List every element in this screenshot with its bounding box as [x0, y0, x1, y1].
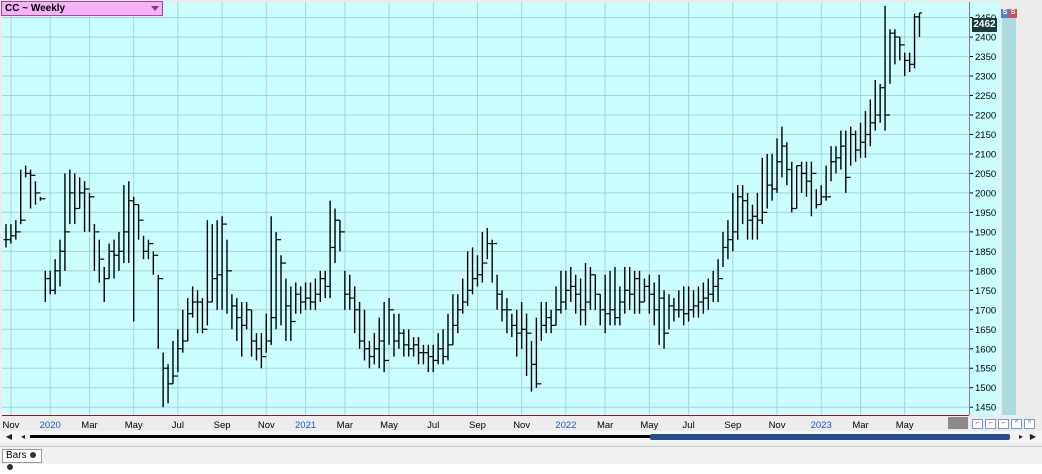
y-tick-label: 1450 — [975, 403, 996, 414]
last-price-badge: 2462 — [972, 18, 997, 32]
tab-dot-icon — [7, 464, 13, 471]
x-tick-label: May — [125, 420, 143, 431]
bottom-tab-bar: Bars — [0, 446, 1042, 471]
y-tick-label: 1950 — [975, 208, 996, 219]
scroll-left-icon[interactable]: ◀ — [4, 432, 14, 442]
tab-dot-icon — [30, 452, 37, 459]
x-tick-label: Jul — [683, 420, 695, 431]
y-tick-label: 2350 — [975, 52, 996, 63]
x-tick-label: Nov — [258, 420, 275, 431]
y-tick-label: 1700 — [975, 305, 996, 316]
x-tick-label: Mar — [337, 420, 353, 431]
nav-forward-icon[interactable]: ⌐ — [998, 419, 1009, 429]
bars-tab-label: Bars — [6, 450, 27, 461]
y-tick-label: 2000 — [975, 188, 996, 199]
x-tick-label: 2021 — [295, 420, 316, 431]
y-tick-label: 1850 — [975, 247, 996, 258]
scroll-right-small-icon[interactable]: ▸ — [1016, 432, 1026, 442]
y-tick-label: 2300 — [975, 72, 996, 83]
scroll-left-small-icon[interactable]: ◂ — [18, 432, 28, 442]
axis-corner — [948, 417, 968, 429]
x-tick-label: Nov — [769, 420, 786, 431]
y-tick-label: 1550 — [975, 364, 996, 375]
side-button-2[interactable]: S — [1009, 9, 1017, 18]
x-tick-label: Mar — [597, 420, 613, 431]
dropdown-arrow-icon[interactable] — [151, 6, 159, 11]
x-tick-label: Jul — [427, 420, 439, 431]
x-tick-label: Jul — [172, 420, 184, 431]
chart-window: 1450 1500 1550 1600 1650 1700 1750 1800 1850 1900… — [0, 0, 1042, 471]
y-tick-label: 2100 — [975, 149, 996, 160]
x-tick-label: Sep — [214, 420, 231, 431]
side-strip — [1002, 18, 1016, 415]
y-tick-label: 1750 — [975, 286, 996, 297]
y-tick-label: 2200 — [975, 110, 996, 121]
x-tick-label: 2023 — [811, 420, 832, 431]
x-tick-label: Nov — [513, 420, 530, 431]
bars-tab[interactable]: Bars — [2, 449, 42, 471]
y-tick-label: 1650 — [975, 325, 996, 336]
x-tick-label: Sep — [724, 420, 741, 431]
x-tick-label: May — [380, 420, 398, 431]
nav-back-icon[interactable]: ⌐ — [985, 419, 996, 429]
horizontal-scrollbar[interactable]: ◀ ◂ ▸ ▶ — [0, 431, 1042, 443]
plot-area — [2, 2, 969, 415]
y-tick-label: 1600 — [975, 344, 996, 355]
y-tick-label: 1900 — [975, 227, 996, 238]
nav-first-icon[interactable]: ⌐ — [972, 419, 983, 429]
x-tick-label: May — [640, 420, 658, 431]
y-tick-label: 2250 — [975, 91, 996, 102]
y-tick-label: 1800 — [975, 266, 996, 277]
symbol-label: CC ~ Weekly — [5, 3, 66, 14]
scroll-right-icon[interactable]: ▶ — [1028, 432, 1038, 442]
zoom-in-icon[interactable]: ^ — [1011, 419, 1022, 429]
x-tick-label: Nov — [2, 420, 19, 431]
y-tick-label: 1500 — [975, 383, 996, 394]
price-chart[interactable]: 1450 1500 1550 1600 1650 1700 1750 1800 1850 1900… — [0, 0, 1042, 464]
x-tick-label: Sep — [469, 420, 486, 431]
x-tick-label: 2022 — [555, 420, 576, 431]
x-tick-label: 2020 — [40, 420, 61, 431]
x-tick-label: Mar — [852, 420, 868, 431]
x-tick-label: May — [896, 420, 914, 431]
y-tick-label: 2050 — [975, 169, 996, 180]
x-tick-label: Mar — [81, 420, 97, 431]
scroll-thumb[interactable] — [650, 434, 1010, 440]
side-button-1[interactable]: S — [1001, 9, 1009, 18]
symbol-selector[interactable]: CC ~ Weekly — [1, 1, 163, 16]
y-tick-label: 2400 — [975, 33, 996, 44]
zoom-out-icon[interactable]: ^ — [1024, 419, 1035, 429]
y-tick-label: 2150 — [975, 130, 996, 141]
